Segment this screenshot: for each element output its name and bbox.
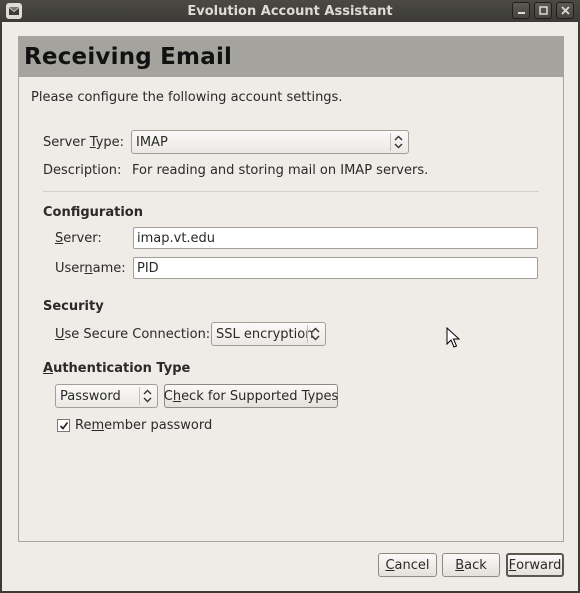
server-input[interactable]: imap.vt.edu (133, 227, 538, 249)
remember-password-label[interactable]: Remember password (75, 418, 212, 433)
authentication-heading: Authentication Type (43, 361, 191, 376)
page-frame: Receiving Email Please configure the fol… (18, 36, 564, 542)
page-title: Receiving Email (24, 44, 233, 70)
minimize-button[interactable] (512, 2, 530, 19)
maximize-icon (538, 6, 548, 15)
mouse-pointer-icon (446, 327, 460, 348)
description-value: For reading and storing mail on IMAP ser… (132, 163, 429, 178)
updown-arrow-icon (307, 325, 323, 343)
forward-button[interactable]: Forward (506, 553, 564, 577)
server-label: Server: (55, 231, 102, 246)
authentication-method-value: Password (60, 388, 121, 404)
security-heading: Security (43, 299, 104, 314)
configuration-heading: Configuration (43, 205, 143, 220)
minimize-icon (517, 12, 525, 14)
cancel-button[interactable]: Cancel (378, 553, 437, 577)
username-label: Username: (55, 261, 126, 276)
close-icon (560, 6, 570, 15)
check-supported-types-button[interactable]: Ch eck for Supported Types (164, 384, 338, 408)
page-header: Receiving Email (19, 37, 563, 77)
remember-password-checkbox[interactable] (57, 419, 70, 432)
back-button[interactable]: Back (442, 553, 500, 577)
secure-connection-label: Use Secure Connection: (55, 327, 211, 342)
window-title: Evolution Account Assistant (187, 3, 393, 19)
evolution-app-icon (6, 3, 22, 19)
assistant-window: Receiving Email Please configure the fol… (2, 22, 578, 591)
username-input[interactable]: PID (133, 257, 538, 279)
updown-arrow-icon (139, 387, 155, 405)
separator (43, 191, 539, 192)
updown-arrow-icon (390, 133, 406, 151)
secure-connection-value: SSL encryption (216, 326, 314, 342)
checkmark-icon (59, 421, 68, 430)
server-type-select[interactable]: IMAP (131, 130, 409, 154)
intro-text: Please configure the following account s… (31, 90, 343, 105)
username-input-value: PID (137, 260, 159, 276)
window-titlebar[interactable]: Evolution Account Assistant (0, 0, 580, 22)
server-type-value: IMAP (136, 134, 168, 150)
description-label: Description: (43, 163, 122, 178)
server-input-value: imap.vt.edu (137, 230, 216, 246)
server-type-label: Server Type: (43, 135, 125, 150)
maximize-button[interactable] (534, 2, 552, 19)
close-button[interactable] (556, 2, 574, 19)
secure-connection-select[interactable]: SSL encryption (211, 322, 326, 346)
authentication-method-select[interactable]: Password (55, 384, 158, 408)
window-controls (512, 2, 574, 19)
